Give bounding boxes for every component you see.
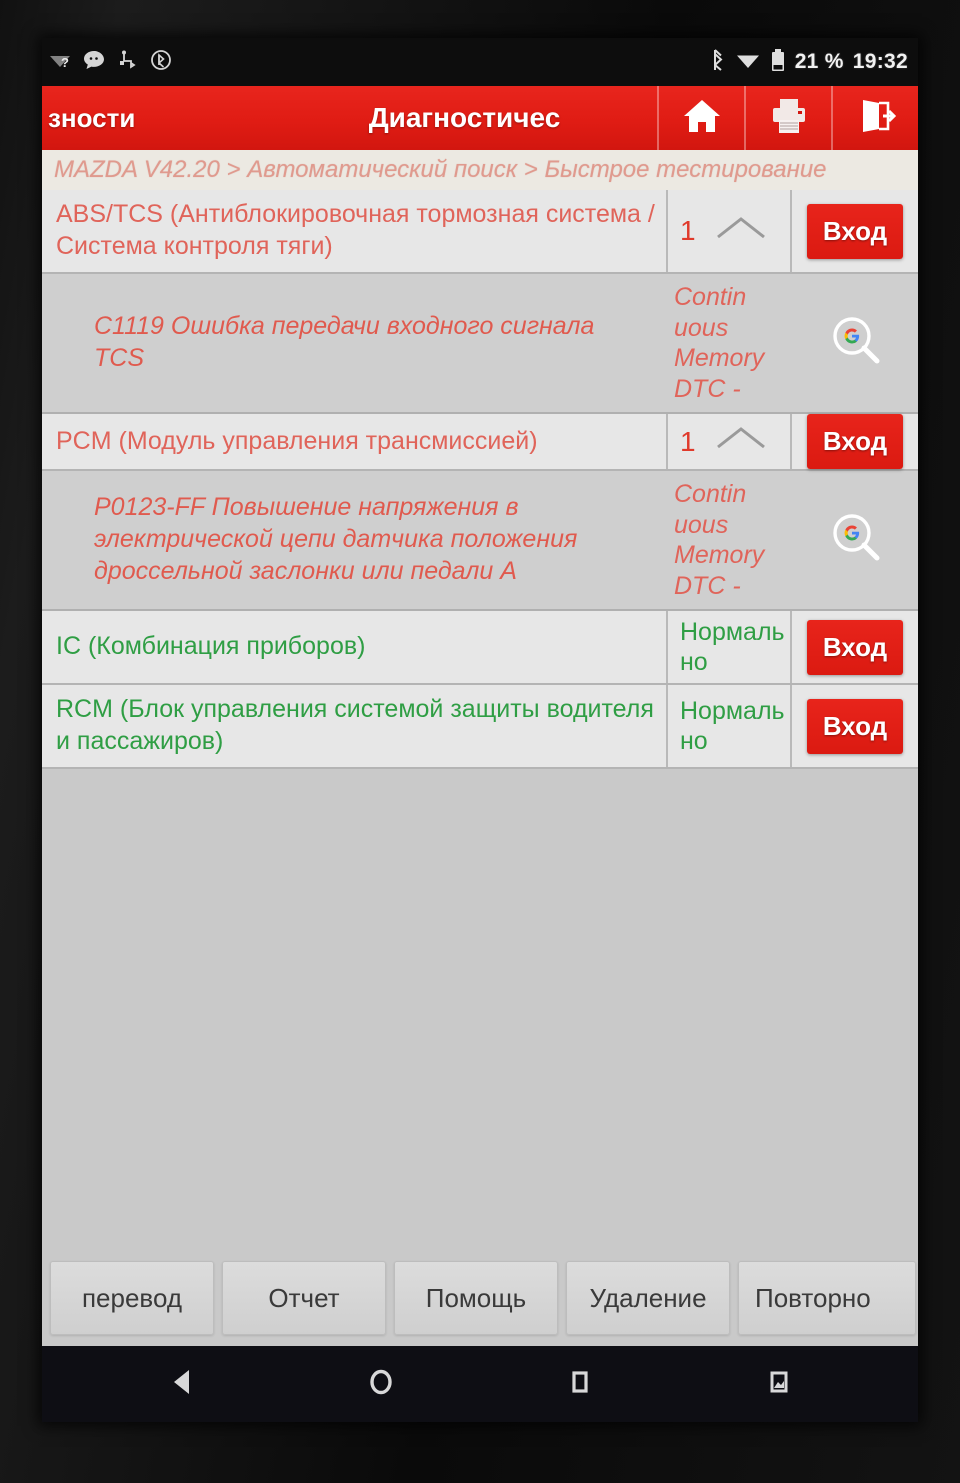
nav-recents-icon[interactable] — [563, 1365, 597, 1404]
page-title: Диагностичес — [368, 102, 561, 133]
module-action-cell: Вход — [792, 190, 918, 272]
print-icon — [767, 96, 811, 141]
status-badge: Нормально — [680, 618, 785, 676]
app-header-bar: зности Диагностичес — [42, 86, 918, 150]
translate-button[interactable]: перевод — [50, 1261, 214, 1335]
table-row[interactable]: P0123-FF Повышение напряжения в электрич… — [42, 471, 918, 611]
home-icon — [680, 96, 724, 141]
dtc-status: Contin uous Memory DTC - — [668, 471, 794, 609]
print-button[interactable] — [744, 86, 831, 150]
status-right-cluster: 21 % 19:32 — [710, 48, 908, 77]
fault-count: 1 — [680, 425, 696, 457]
dtc-search-cell — [794, 274, 918, 412]
google-search-icon[interactable] — [825, 310, 887, 377]
android-status-bar: ? 21 % 19:32 — [42, 38, 918, 86]
battery-percent: 21 % — [794, 50, 844, 73]
nav-home-icon[interactable] — [364, 1365, 398, 1404]
module-action-cell: Вход — [792, 611, 918, 683]
exit-icon — [854, 96, 898, 141]
dtc-status-line: uous — [674, 510, 729, 539]
enter-button[interactable]: Вход — [806, 203, 904, 259]
bottom-toolbar: перевод Отчет Помощь Удаление Повторно — [42, 1250, 918, 1346]
module-name: PCM (Модуль управления трансмиссией) — [42, 414, 668, 469]
dtc-status: Contin uous Memory DTC - — [668, 274, 794, 412]
clock: 19:32 — [852, 50, 908, 73]
table-row[interactable]: PCM (Модуль управления трансмиссией) 1 В… — [42, 414, 918, 471]
nav-screenshot-icon[interactable] — [762, 1365, 796, 1404]
dtc-status-line: Contin — [674, 480, 747, 508]
module-action-cell: Вход — [792, 414, 918, 469]
module-action-cell: Вход — [792, 685, 918, 767]
enter-button[interactable]: Вход — [806, 414, 904, 469]
dtc-status-line: uous — [674, 313, 729, 342]
chevron-up-icon[interactable] — [714, 213, 768, 250]
module-status: Нормально — [668, 685, 792, 767]
dtc-description: P0123-FF Повышение напряжения в электрич… — [94, 493, 578, 585]
dtc-status-line: DTC - — [674, 571, 741, 600]
status-badge: Нормально — [680, 697, 785, 755]
module-status[interactable]: 1 — [668, 190, 792, 272]
clear-button[interactable]: Удаление — [566, 1261, 730, 1335]
wifi-icon — [735, 50, 761, 75]
google-search-icon[interactable] — [825, 507, 887, 574]
dtc-status-line: Contin — [674, 283, 747, 311]
header-left-label[interactable]: зности — [42, 86, 272, 150]
home-button[interactable] — [657, 86, 744, 150]
ecu-result-list: ABS/TCS (Антиблокировочная тормозная сис… — [42, 190, 918, 1190]
status-left-icons: ? — [48, 49, 710, 76]
device-bezel: ? 21 % 19:32 зности Диагностичес MAZDA V… — [0, 0, 960, 1483]
dtc-status-line: Memory — [674, 344, 765, 372]
dtc-status-line: DTC - — [674, 374, 741, 403]
module-name: IC (Комбинация приборов) — [42, 611, 668, 683]
module-name: RCM (Блок управления системой защиты вод… — [42, 685, 668, 767]
android-nav-bar — [42, 1346, 918, 1422]
table-row[interactable]: IC (Комбинация приборов) Нормально Вход — [42, 611, 918, 685]
table-row[interactable]: C1119 Ошибка передачи входного сигнала T… — [42, 274, 918, 414]
enter-button[interactable]: Вход — [806, 698, 904, 754]
battery-icon — [770, 48, 786, 77]
help-button[interactable]: Помощь — [394, 1261, 558, 1335]
nav-back-icon[interactable] — [165, 1365, 199, 1404]
message-icon — [83, 50, 105, 75]
device-screen: ? 21 % 19:32 зности Диагностичес MAZDA V… — [42, 38, 918, 1422]
bluetooth-circle-icon — [149, 49, 173, 76]
enter-button[interactable]: Вход — [806, 619, 904, 675]
breadcrumb: MAZDA V42.20 > Автоматический поиск > Бы… — [42, 150, 918, 190]
dtc-status-line: Memory — [674, 541, 765, 569]
svg-text:?: ? — [61, 55, 69, 70]
usb-icon — [116, 50, 138, 75]
module-status[interactable]: 1 — [668, 414, 792, 469]
table-row[interactable]: RCM (Блок управления системой защиты вод… — [42, 685, 918, 769]
retest-button[interactable]: Повторно — [738, 1261, 916, 1335]
table-row[interactable]: ABS/TCS (Антиблокировочная тормозная сис… — [42, 190, 918, 274]
bluetooth-icon — [710, 48, 726, 76]
chevron-up-icon[interactable] — [714, 423, 768, 460]
report-button[interactable]: Отчет — [222, 1261, 386, 1335]
module-name: ABS/TCS (Антиблокировочная тормозная сис… — [42, 190, 668, 272]
dtc-search-cell — [794, 471, 918, 609]
wifi-unknown-icon: ? — [48, 50, 72, 75]
dtc-description: C1119 Ошибка передачи входного сигнала T… — [94, 312, 595, 372]
exit-button[interactable] — [831, 86, 918, 150]
fault-count: 1 — [680, 215, 696, 247]
module-status: Нормально — [668, 611, 792, 683]
